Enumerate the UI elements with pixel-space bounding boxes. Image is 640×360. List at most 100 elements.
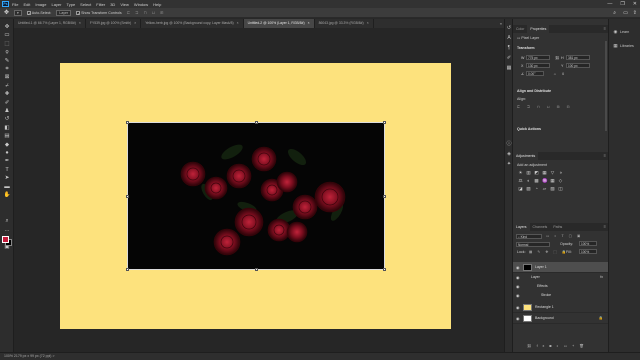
transform-handle-left[interactable] [126,195,129,198]
x-field[interactable]: 130 px [526,63,550,68]
auto-select-checkbox[interactable]: Auto-Select: [26,10,51,16]
move-tool-icon[interactable]: ✥ [4,9,9,16]
adjustment-icon[interactable]: ▽ [550,170,555,175]
transform-handle-bottom-right[interactable] [383,268,386,271]
menu-filter[interactable]: Filter [96,2,105,7]
document-tab[interactable]: FY539.jpg @ 100% (Smith) × [86,19,142,28]
layer-row[interactable]: ◉ Effects [513,282,609,291]
frame-icon[interactable]: ⊠ [3,73,11,81]
layers-footer-icon[interactable]: ◐ [557,344,564,348]
tool-preset-picker[interactable]: ▾ [14,9,22,16]
transform-handle-top[interactable] [255,121,258,124]
layer-filter-dropdown[interactable]: ⌕ Kind [516,234,542,239]
eraser-icon[interactable]: ◧ [3,124,11,132]
auto-select-dropdown[interactable]: Layer [56,9,72,16]
layer-row[interactable]: ◉ Layer 1 [513,262,609,273]
transform-bounding-box[interactable] [126,121,386,271]
transform-handle-right[interactable] [383,195,386,198]
layers-footer-icon[interactable]: ◙ [549,344,556,348]
type-icon[interactable]: T [3,166,11,174]
adjustment-icon[interactable]: ◔ [534,186,539,191]
history-brush-icon[interactable]: ↺ [3,115,11,123]
close-tab-icon[interactable]: × [308,21,310,25]
adjustment-icon[interactable]: ◫ [558,186,563,191]
blend-mode-dropdown[interactable]: Normal [516,242,550,247]
menu-window[interactable]: Window [134,2,148,7]
angle-field[interactable]: 0.00° [526,71,544,76]
tab-paths[interactable]: Paths [550,223,565,231]
height-field[interactable]: 381 px [566,55,590,60]
close-tab-icon[interactable]: × [134,21,136,25]
y-field[interactable]: 100 px [566,63,590,68]
zoom-icon[interactable]: ⌕ [3,217,11,225]
search-icon[interactable]: ⌕ [613,10,616,16]
align-buttons-icon[interactable]: ⊏ ⊐ ⊓ ⊔ ⊞ ⊟ [517,105,573,109]
adjustment-icon[interactable]: ◐ [526,178,531,183]
align-buttons-icon[interactable]: ⊏ ⊐ ⊓ ⊔ ⊞ [127,10,166,15]
path-select-icon[interactable]: ➤ [3,174,11,182]
visibility-eye-icon[interactable]: ◉ [516,305,520,310]
tab-channels[interactable]: Channels [530,223,551,231]
minimize-icon[interactable]: — [607,1,612,7]
marquee-icon[interactable]: ⬚ [3,40,11,48]
layers-footer-icon[interactable]: ▭ [564,344,572,348]
menu-help[interactable]: Help [153,2,161,7]
visibility-eye-icon[interactable]: ◉ [516,275,520,280]
adjustment-icon[interactable]: ◪ [518,186,523,191]
visibility-eye-icon[interactable]: ◉ [516,265,520,270]
shape-icon[interactable]: ▬ [3,183,11,191]
transform-handle-top-left[interactable] [126,121,129,124]
show-transform-checkbox[interactable]: Show Transform Controls [76,10,122,16]
libraries-panel-button[interactable]: ▦ Libraries [613,43,633,49]
gradient-icon[interactable]: ▤ [3,132,11,140]
flip-icons[interactable]: ⇔ ⇕ [553,72,567,76]
adjustment-icon[interactable]: ▧ [550,186,555,191]
more-tools-icon[interactable]: … [3,226,11,234]
layer-row[interactable]: ◉ Background 🔒 [513,313,609,324]
restore-icon[interactable]: ❐ [620,1,624,7]
adjustments-menu-icon[interactable]: ≡ [604,152,606,160]
layers-footer-icon[interactable]: ⛓ [527,344,537,348]
stamp-icon[interactable]: ♟ [3,107,11,115]
move-icon[interactable]: ✥ [3,23,11,31]
healing-icon[interactable]: ✚ [3,90,11,98]
blur-icon[interactable]: ◆ [3,141,11,149]
adjustment-icon[interactable]: ♒ [542,178,548,183]
close-tab-icon[interactable]: × [79,21,81,25]
visibility-eye-icon[interactable]: ◉ [516,284,520,289]
layer-row[interactable]: ◉ Layer fx [513,273,609,282]
lasso-icon[interactable]: ϙ [3,48,11,56]
adjustment-icon[interactable]: ◩ [534,170,539,175]
pen-icon[interactable]: ✒ [3,157,11,165]
eyedropper-icon[interactable]: ⌿ [3,82,11,90]
properties-scrollbar[interactable] [605,41,607,131]
layers-footer-icon[interactable]: 🗑 [579,344,589,348]
adjustment-icon[interactable]: ◇ [558,178,563,183]
menu-view[interactable]: View [120,2,129,7]
transform-handle-bottom[interactable] [255,268,258,271]
adjustment-icon[interactable]: ☀ [518,170,523,175]
layer-row[interactable]: ◉ Rectangle 1 [513,302,609,313]
layer-row[interactable]: ◉ Stroke [513,291,609,300]
menu-select[interactable]: Select [80,2,91,7]
adjustment-icon[interactable]: ▦ [542,170,547,175]
width-field[interactable]: 775 px [526,55,550,60]
menu-image[interactable]: Image [35,2,46,7]
menu-3d[interactable]: 3D [110,2,115,7]
menu-type[interactable]: Type [67,2,76,7]
adjustment-icon[interactable]: ▨ [526,186,531,191]
adjustment-icon[interactable]: ▥ [526,170,531,175]
dodge-icon[interactable]: ● [3,149,11,157]
document-tab[interactable]: 86043.jpg @ 33.3% (RGB/8#) × [315,19,374,28]
tab-properties[interactable]: Properties [527,25,550,33]
menu-edit[interactable]: Edit [23,2,30,7]
adjustment-icon[interactable]: ⚖ [518,178,523,183]
close-tab-icon[interactable]: × [367,21,369,25]
layers-footer-icon[interactable]: fx [537,344,550,348]
layer-filter-icons[interactable]: ▭ ◐ T ▢ ▣ [546,234,582,238]
hand-icon[interactable]: ✋ [3,191,11,199]
learn-panel-button[interactable]: ◉ Learn [613,29,630,35]
workspace-icon[interactable]: ▭ [623,10,628,16]
fill-field[interactable]: 100% [579,249,597,254]
brush-icon[interactable]: ✐ [3,99,11,107]
